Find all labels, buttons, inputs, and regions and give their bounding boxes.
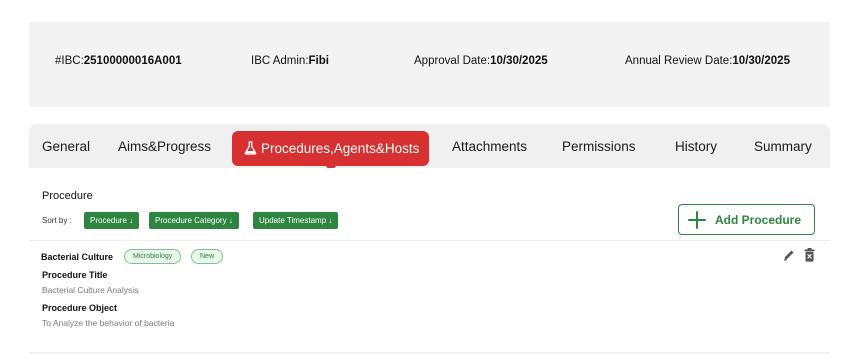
ibc-number: #IBC:25100000016A001 <box>55 55 182 67</box>
tag-new: New <box>191 249 224 264</box>
tab-history[interactable]: History <box>675 124 717 168</box>
edit-pencil-icon[interactable] <box>783 249 795 261</box>
sort-update-timestamp-chip[interactable]: Update Timestamp ↓ <box>253 212 339 229</box>
tab-bar: General Aims&Progress Procedures,Agents&… <box>29 124 830 172</box>
approval-date-label: Approval Date: <box>414 55 491 67</box>
tab-attachments[interactable]: Attachments <box>452 124 527 168</box>
ibc-admin-value: Fibi <box>308 55 329 67</box>
ibc-number-value: 25100000016A001 <box>83 55 182 67</box>
ibc-info-card: #IBC:25100000016A001 IBC Admin:Fibi Appr… <box>29 22 830 107</box>
sort-procedure-chip[interactable]: Procedure ↓ <box>84 212 140 229</box>
annual-review-date-value: 10/30/2025 <box>732 55 790 67</box>
sort-by-label: Sort by : <box>42 216 72 225</box>
ibc-admin-label: IBC Admin: <box>251 55 309 67</box>
tab-permissions[interactable]: Permissions <box>562 124 636 168</box>
procedure-panel: Procedure Sort by : Procedure ↓ Procedur… <box>29 168 830 354</box>
approval-date: Approval Date:10/30/2025 <box>414 55 548 67</box>
procedure-title-label: Procedure Title <box>42 270 108 280</box>
procedure-object-label: Procedure Object <box>42 303 118 313</box>
ibc-admin: IBC Admin:Fibi <box>251 55 329 67</box>
divider <box>29 240 830 241</box>
annual-review-date: Annual Review Date:10/30/2025 <box>625 55 790 67</box>
procedure-name: Bacterial Culture <box>41 252 114 262</box>
tab-procedures-agents-hosts[interactable]: Procedures,Agents&Hosts <box>232 131 430 172</box>
tab-general[interactable]: General <box>42 124 90 168</box>
section-title: Procedure <box>42 190 93 202</box>
tab-procedures-label: Procedures,Agents&Hosts <box>261 141 420 156</box>
flask-icon <box>244 141 257 155</box>
delete-trash-icon[interactable] <box>804 248 815 262</box>
add-procedure-button[interactable]: Add Procedure <box>678 204 815 235</box>
tab-summary[interactable]: Summary <box>754 124 812 168</box>
tag-microbiology: Microbiology <box>124 249 182 264</box>
add-procedure-label: Add Procedure <box>715 213 802 227</box>
annual-review-date-label: Annual Review Date: <box>625 55 733 67</box>
procedure-title-value: Bacterial Culture Analysis <box>42 285 139 295</box>
plus-icon <box>688 211 706 229</box>
procedure-object-value: To Analyze the behavior of bacteria <box>42 318 175 328</box>
approval-date-value: 10/30/2025 <box>490 55 548 67</box>
sort-procedure-category-chip[interactable]: Procedure Category ↓ <box>149 212 239 229</box>
ibc-number-label: #IBC: <box>55 55 84 67</box>
tab-aims-progress[interactable]: Aims&Progress <box>118 124 211 168</box>
